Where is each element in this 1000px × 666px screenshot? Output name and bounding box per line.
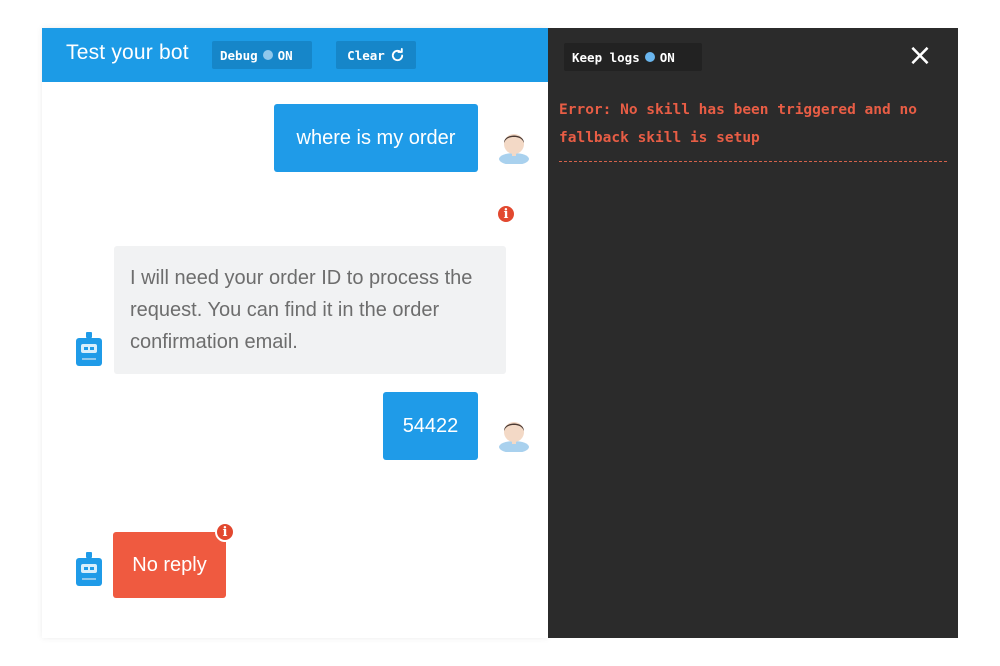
- keep-logs-state: ON: [659, 49, 675, 65]
- debug-state: ON: [277, 47, 293, 63]
- user-avatar-icon: [499, 134, 529, 164]
- info-glyph: i: [222, 524, 228, 540]
- debug-toggle[interactable]: Debug ON: [212, 41, 312, 69]
- info-icon[interactable]: i: [496, 204, 516, 224]
- clear-label: Clear: [347, 47, 385, 63]
- log-error-message: Error: No skill has been triggered and n…: [559, 102, 917, 146]
- chat-header: Test your bot Debug ON Clear: [42, 28, 548, 82]
- bot-message: I will need your order ID to process the…: [114, 246, 506, 374]
- bot-error-message: No reply: [113, 532, 226, 598]
- debug-label: Debug: [220, 47, 258, 63]
- user-avatar-icon: [499, 422, 529, 452]
- message-text: 54422: [402, 414, 459, 437]
- chat-panel: Test your bot Debug ON Clear where is my…: [42, 28, 548, 638]
- log-divider: [559, 161, 947, 162]
- message-text: where is my order: [296, 126, 456, 149]
- close-icon[interactable]: ×: [905, 41, 935, 72]
- user-message: 54422: [383, 392, 478, 460]
- info-glyph: i: [503, 206, 509, 222]
- refresh-icon: [391, 47, 403, 61]
- message-list: where is my order i I will need your ord…: [42, 82, 548, 638]
- toggle-indicator: [644, 52, 655, 62]
- close-glyph: ×: [907, 38, 933, 73]
- bot-avatar-icon: [76, 332, 102, 366]
- clear-button[interactable]: Clear: [336, 41, 416, 69]
- keep-logs-toggle[interactable]: Keep logs ON: [564, 43, 702, 71]
- toggle-indicator: [262, 50, 273, 60]
- message-text: No reply: [132, 553, 207, 576]
- info-icon[interactable]: i: [215, 522, 235, 542]
- log-panel: Keep logs ON × Error: No skill has been …: [548, 28, 958, 638]
- keep-logs-label: Keep logs: [572, 49, 640, 65]
- bot-avatar-icon: [76, 552, 102, 586]
- page-title: Test your bot: [66, 41, 189, 64]
- message-text: I will need your order ID to process the…: [130, 267, 473, 353]
- user-message: where is my order: [274, 104, 478, 172]
